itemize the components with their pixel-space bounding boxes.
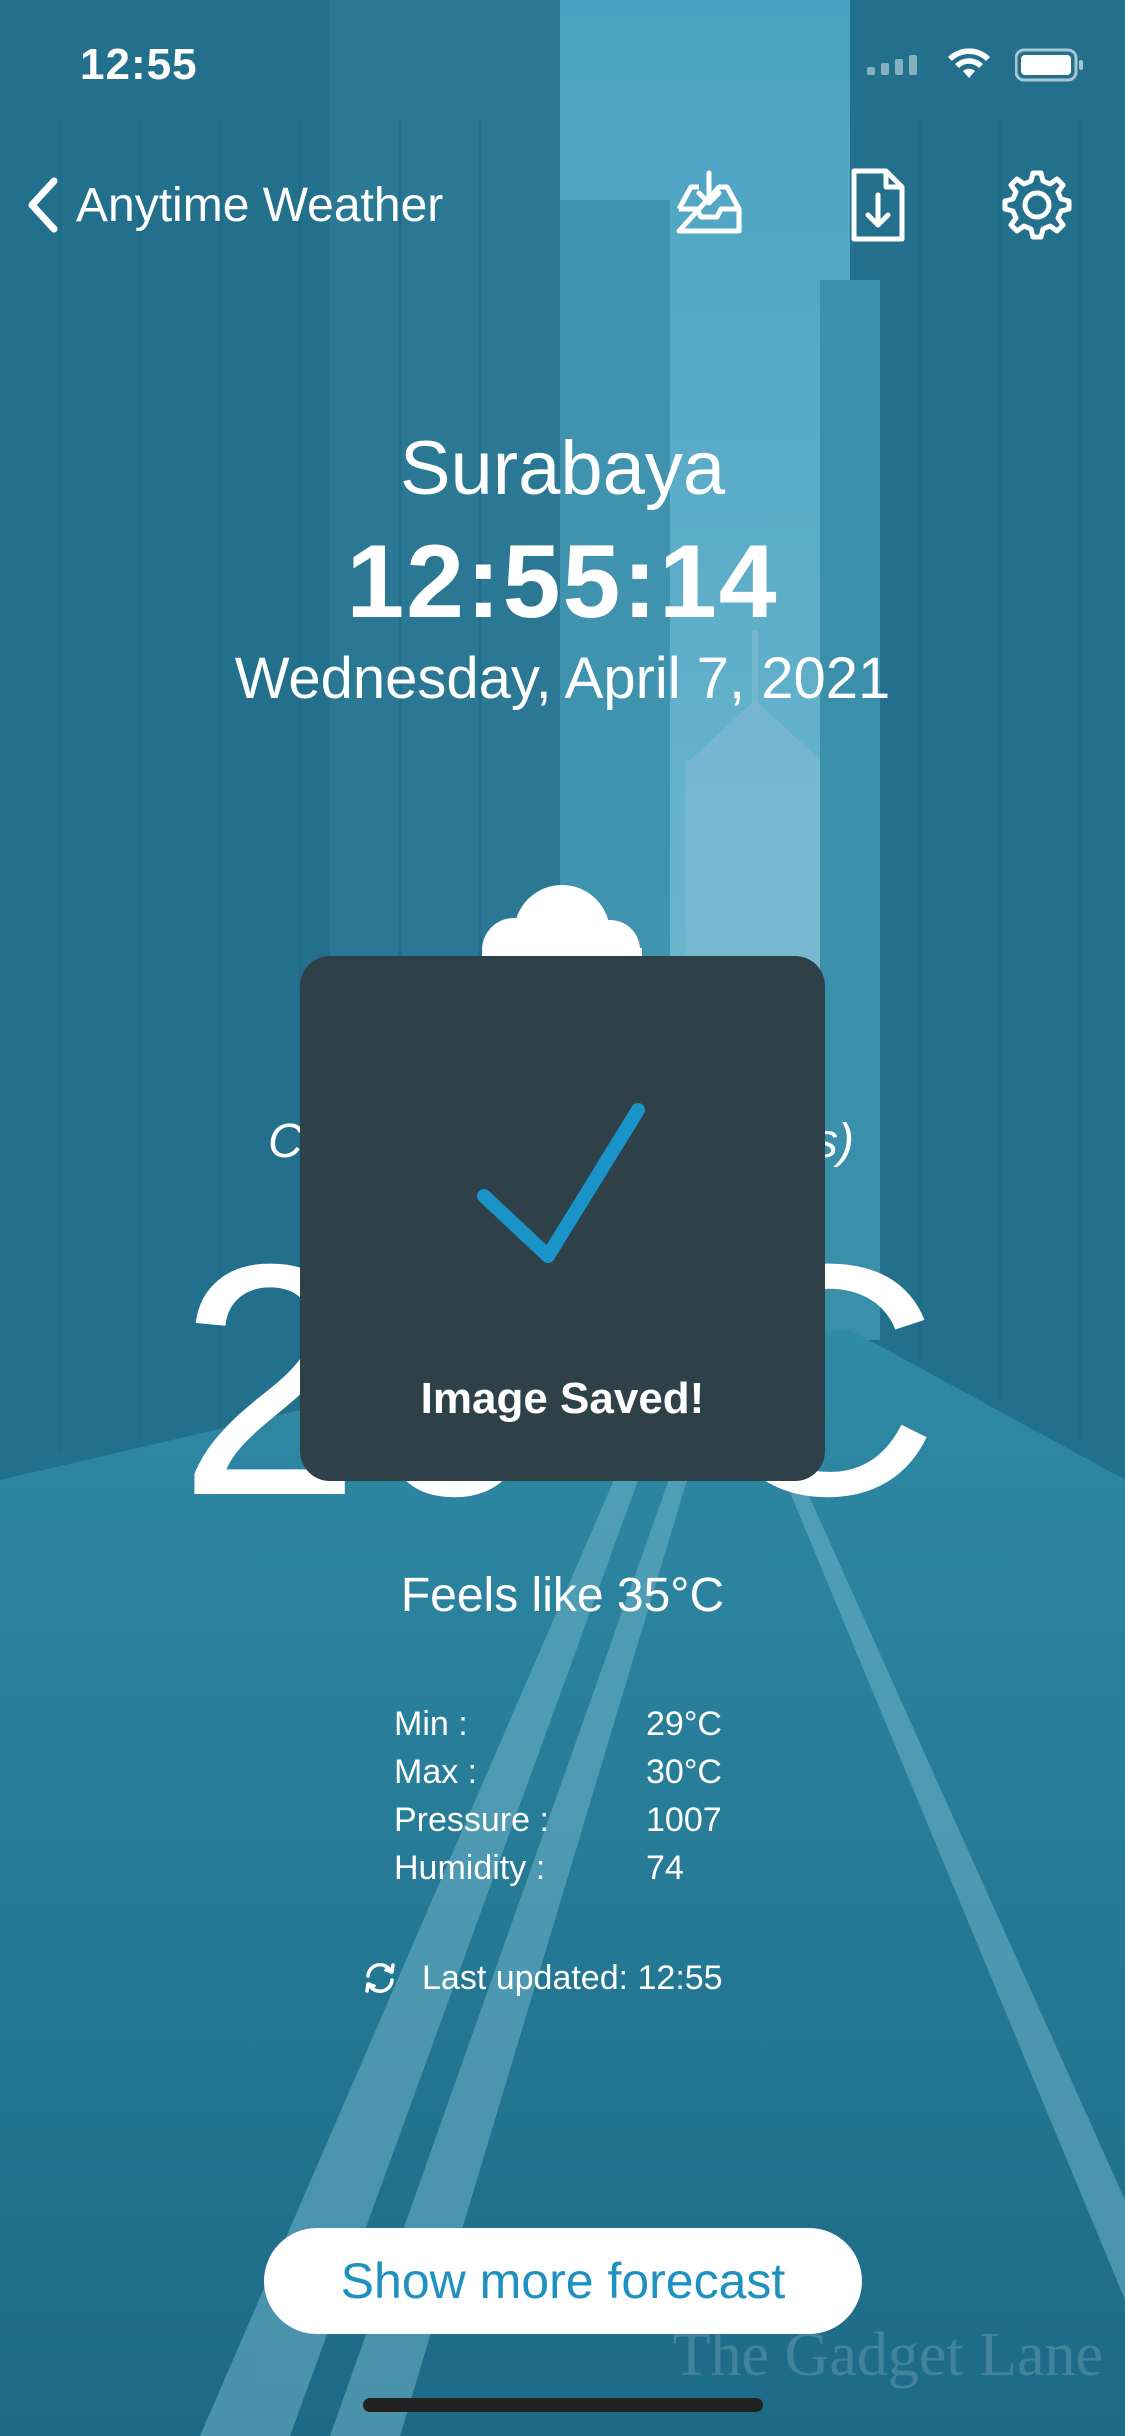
save-image-button[interactable] — [664, 160, 754, 250]
condition-text-left: C — [268, 1115, 303, 1168]
file-download-icon — [851, 168, 905, 242]
checkmark-icon — [477, 1103, 645, 1263]
detail-label: Max : — [394, 1752, 478, 1791]
show-more-forecast-button[interactable]: Show more forecast — [264, 2228, 862, 2334]
last-updated-label: Last updated: 12:55 — [422, 1958, 723, 1997]
signal-icon — [867, 55, 917, 75]
wifi-icon — [948, 48, 990, 78]
image-saved-toast: Image Saved! — [300, 956, 825, 1481]
current-date: Wednesday, April 7, 2021 — [234, 646, 891, 711]
detail-row-pressure: Pressure : 1007 — [394, 1796, 722, 1844]
detail-label: Min : — [394, 1704, 468, 1743]
watermark-text: The Gadget Lane — [672, 2321, 1103, 2389]
gear-icon — [1002, 170, 1072, 240]
detail-label: Humidity : — [394, 1848, 546, 1887]
last-updated[interactable]: Last updated: 12:55 — [360, 1958, 723, 1998]
settings-button[interactable] — [992, 160, 1082, 250]
city-name: Surabaya — [399, 426, 726, 511]
export-file-button[interactable] — [832, 160, 922, 250]
feels-like: Feels like 35°C — [400, 1569, 725, 1622]
current-time: 12:55:14 — [346, 524, 779, 640]
chevron-left-icon — [28, 177, 58, 233]
back-button-label: Anytime Weather — [76, 178, 444, 232]
home-indicator[interactable] — [363, 2398, 763, 2412]
inbox-download-icon — [676, 170, 742, 234]
detail-value: 29°C — [646, 1704, 722, 1743]
toast-message: Image Saved! — [420, 1374, 705, 1423]
detail-row-min: Min : 29°C — [394, 1700, 722, 1748]
battery-icon — [1015, 48, 1083, 82]
refresh-icon — [365, 1963, 395, 1993]
back-button[interactable]: Anytime Weather — [22, 170, 443, 240]
status-bar-icons — [867, 48, 1085, 82]
detail-value: 1007 — [646, 1800, 722, 1839]
detail-row-max: Max : 30°C — [394, 1748, 722, 1796]
weather-details: Min : 29°C Max : 30°C Pressure : 1007 Hu… — [394, 1700, 722, 1892]
status-bar-time: 12:55 — [80, 40, 198, 89]
navigation-bar: Anytime Weather — [0, 160, 1125, 280]
cloud-icon — [482, 885, 642, 968]
detail-value: 74 — [646, 1848, 684, 1887]
detail-value: 30°C — [646, 1752, 722, 1791]
detail-row-humidity: Humidity : 74 — [394, 1844, 722, 1892]
detail-label: Pressure : — [394, 1800, 549, 1839]
